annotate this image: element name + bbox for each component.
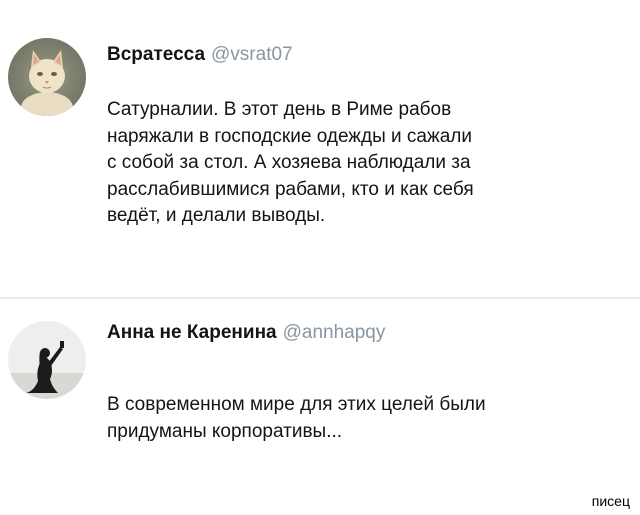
tweet-header: Анна не Каренина @annhapqy bbox=[107, 321, 385, 345]
cat-avatar-icon[interactable] bbox=[8, 38, 86, 116]
tweet-text-line: с собой за стол. А хозяева наблюдали за bbox=[107, 152, 471, 173]
tweet-text: Сатурналии. В этот день в Риме рабов нар… bbox=[107, 97, 627, 230]
tweet-text-line: В современном мире для этих целей были bbox=[107, 394, 486, 415]
tweet-text-line: наряжали в господские одежды и сажали bbox=[107, 125, 472, 147]
woman-avatar-image bbox=[8, 321, 86, 399]
user-handle[interactable]: @vsrat07 bbox=[211, 44, 293, 65]
tweet-text-line: расслабившимися рабами, кто и как себя bbox=[107, 178, 474, 200]
tweet-text-line: придуманы корпоративы... bbox=[107, 420, 343, 442]
tweet-feed: Всратесса @vsrat07 Сатурналии. В этот ден… bbox=[0, 0, 640, 515]
tweet-card[interactable]: Анна не Каренина @annhapqy В современном … bbox=[0, 299, 640, 515]
cat-avatar-image bbox=[8, 38, 86, 116]
tweet-text: В современном мире для этих целей были п… bbox=[107, 392, 627, 445]
woman-silhouette-avatar-icon[interactable] bbox=[8, 321, 86, 399]
display-name[interactable]: Анна не Каренина bbox=[107, 322, 277, 343]
tweet-text-line: Сатурналии. В этот день в Риме рабов bbox=[107, 99, 452, 120]
tweet-text-line: ведёт, и делали выводы. bbox=[107, 205, 326, 226]
watermark-label: писец bbox=[591, 493, 630, 509]
tweet-card[interactable]: Всратесса @vsrat07 Сатурналии. В этот ден… bbox=[0, 0, 640, 298]
user-handle[interactable]: @annhapqy bbox=[283, 322, 386, 343]
tweet-header: Всратесса @vsrat07 bbox=[107, 43, 293, 67]
display-name[interactable]: Всратесса bbox=[107, 44, 205, 65]
